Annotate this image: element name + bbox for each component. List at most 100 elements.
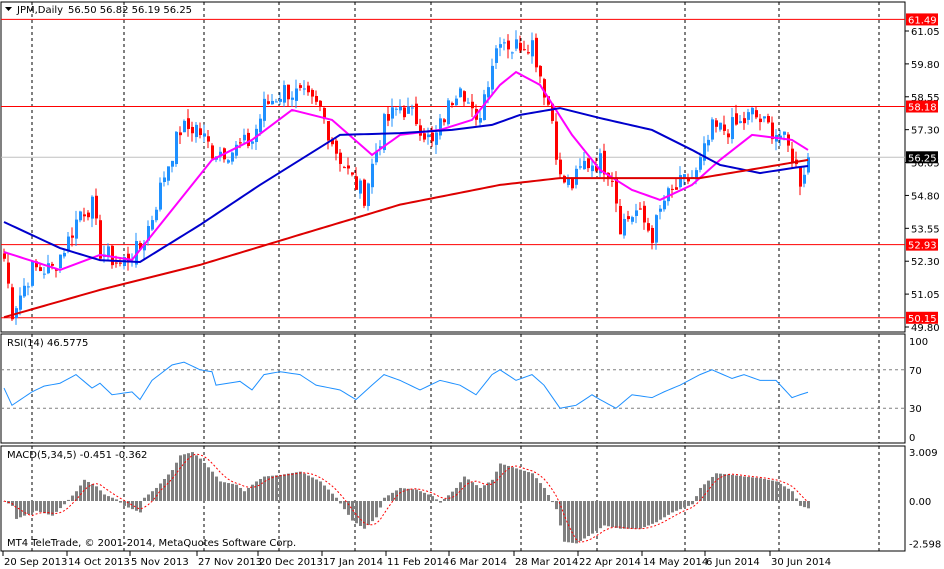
candle-body xyxy=(467,102,470,104)
price-level-label: 58.18 xyxy=(908,103,937,114)
candle-body xyxy=(679,175,682,188)
candle-body xyxy=(7,262,10,284)
candle-body xyxy=(527,52,530,54)
candle-body xyxy=(63,252,66,257)
macd-histogram-bar xyxy=(103,494,106,501)
candle-body xyxy=(755,110,758,118)
macd-histogram-bar xyxy=(283,474,286,501)
candle-body xyxy=(347,165,350,169)
candle-body xyxy=(799,167,802,187)
macd-histogram-bar xyxy=(75,491,78,501)
candle-body xyxy=(407,106,410,114)
macd-histogram-bar xyxy=(107,496,110,501)
candle-body xyxy=(447,100,450,125)
macd-histogram-bar xyxy=(59,501,62,509)
candle-body xyxy=(499,44,502,48)
candle-body xyxy=(47,263,50,274)
macd-histogram-bar xyxy=(419,491,422,501)
macd-histogram-bar xyxy=(175,462,178,501)
candle-body xyxy=(555,121,558,160)
macd-histogram-bar xyxy=(755,477,758,501)
macd-histogram-bar xyxy=(415,489,418,501)
macd-histogram-bar xyxy=(723,474,726,501)
candle-body xyxy=(427,134,430,138)
candle-body xyxy=(95,195,98,219)
candle-body xyxy=(487,87,490,98)
candle-body xyxy=(267,101,270,104)
macd-histogram-bar xyxy=(319,481,322,501)
macd-histogram-bar xyxy=(499,463,502,501)
candle-body xyxy=(443,119,446,123)
current-price-label: 56.25 xyxy=(908,153,937,164)
candle-body xyxy=(83,214,86,217)
macd-histogram-bar xyxy=(303,473,306,501)
candle-body xyxy=(363,179,366,206)
macd-histogram-bar xyxy=(695,496,698,501)
macd-histogram-bar xyxy=(235,484,238,501)
candle-body xyxy=(159,182,162,210)
candle-body xyxy=(31,261,34,286)
candle-body xyxy=(415,103,418,125)
candle-body xyxy=(699,157,702,170)
macd-histogram-bar xyxy=(551,501,554,503)
date-tick-label: 20 Sep 2013 xyxy=(4,557,67,568)
macd-histogram-bar xyxy=(199,458,202,501)
candle-body xyxy=(67,236,70,252)
candle-body xyxy=(583,160,586,170)
candle-body xyxy=(367,183,370,207)
macd-histogram-bar xyxy=(435,499,438,501)
macd-histogram-bar xyxy=(671,501,674,513)
candle-body xyxy=(711,119,714,140)
macd-histogram-bar xyxy=(79,485,82,501)
candle-body xyxy=(723,124,726,131)
candle-body xyxy=(435,132,438,145)
candle-body xyxy=(579,166,582,168)
macd-histogram-bar xyxy=(539,483,542,501)
candle-body xyxy=(563,175,566,183)
date-tick-label: 20 Dec 2013 xyxy=(259,557,323,568)
candle-body xyxy=(275,101,278,103)
macd-histogram-bar xyxy=(731,474,734,501)
candle-body xyxy=(751,107,754,115)
candle-body xyxy=(303,88,306,90)
symbol-title: JPM,Daily xyxy=(16,5,63,16)
macd-histogram-bar xyxy=(91,484,94,501)
candle-body xyxy=(387,114,390,121)
candle-body xyxy=(743,118,746,124)
candle-body xyxy=(567,178,570,185)
candle-body xyxy=(587,158,590,169)
macd-histogram-bar xyxy=(587,501,590,537)
macd-histogram-bar xyxy=(507,465,510,501)
date-tick-label: 14 May 2014 xyxy=(643,557,708,568)
candle-body xyxy=(195,124,198,138)
date-tick-label: 6 Mar 2014 xyxy=(450,557,507,568)
macd-histogram-bar xyxy=(211,471,214,501)
rsi-pane[interactable] xyxy=(0,333,906,444)
macd-histogram-bar xyxy=(747,476,750,501)
candle-body xyxy=(231,152,234,162)
rsi-tick-label: 0 xyxy=(909,433,915,444)
macd-histogram-bar xyxy=(187,453,190,501)
macd-histogram-bar xyxy=(571,501,574,543)
candle-body xyxy=(663,200,666,210)
candle-body xyxy=(239,142,242,144)
candle-body xyxy=(87,212,90,218)
candle-body xyxy=(639,208,642,210)
macd-histogram-bar xyxy=(547,495,550,501)
macd-histogram-bar xyxy=(667,501,670,515)
candle-body xyxy=(107,246,110,256)
macd-histogram-bar xyxy=(727,474,730,501)
macd-histogram-bar xyxy=(679,501,682,510)
macd-histogram-bar xyxy=(379,501,382,508)
candle-body xyxy=(531,40,534,57)
trading-chart[interactable]: 61.0559.8058.5557.3056.0554.8053.5552.30… xyxy=(0,0,944,569)
macd-histogram-bar xyxy=(387,495,390,501)
candle-body xyxy=(327,121,330,141)
candle-body xyxy=(371,163,374,188)
price-tick-label: 53.55 xyxy=(911,224,940,235)
macd-histogram-bar xyxy=(655,501,658,523)
candle-body xyxy=(319,100,322,107)
candle-body xyxy=(311,89,314,97)
macd-histogram-bar xyxy=(207,467,210,501)
copyright-footer: MT4 TeleTrade, © 2001-2014, MetaQuotes S… xyxy=(7,538,296,549)
